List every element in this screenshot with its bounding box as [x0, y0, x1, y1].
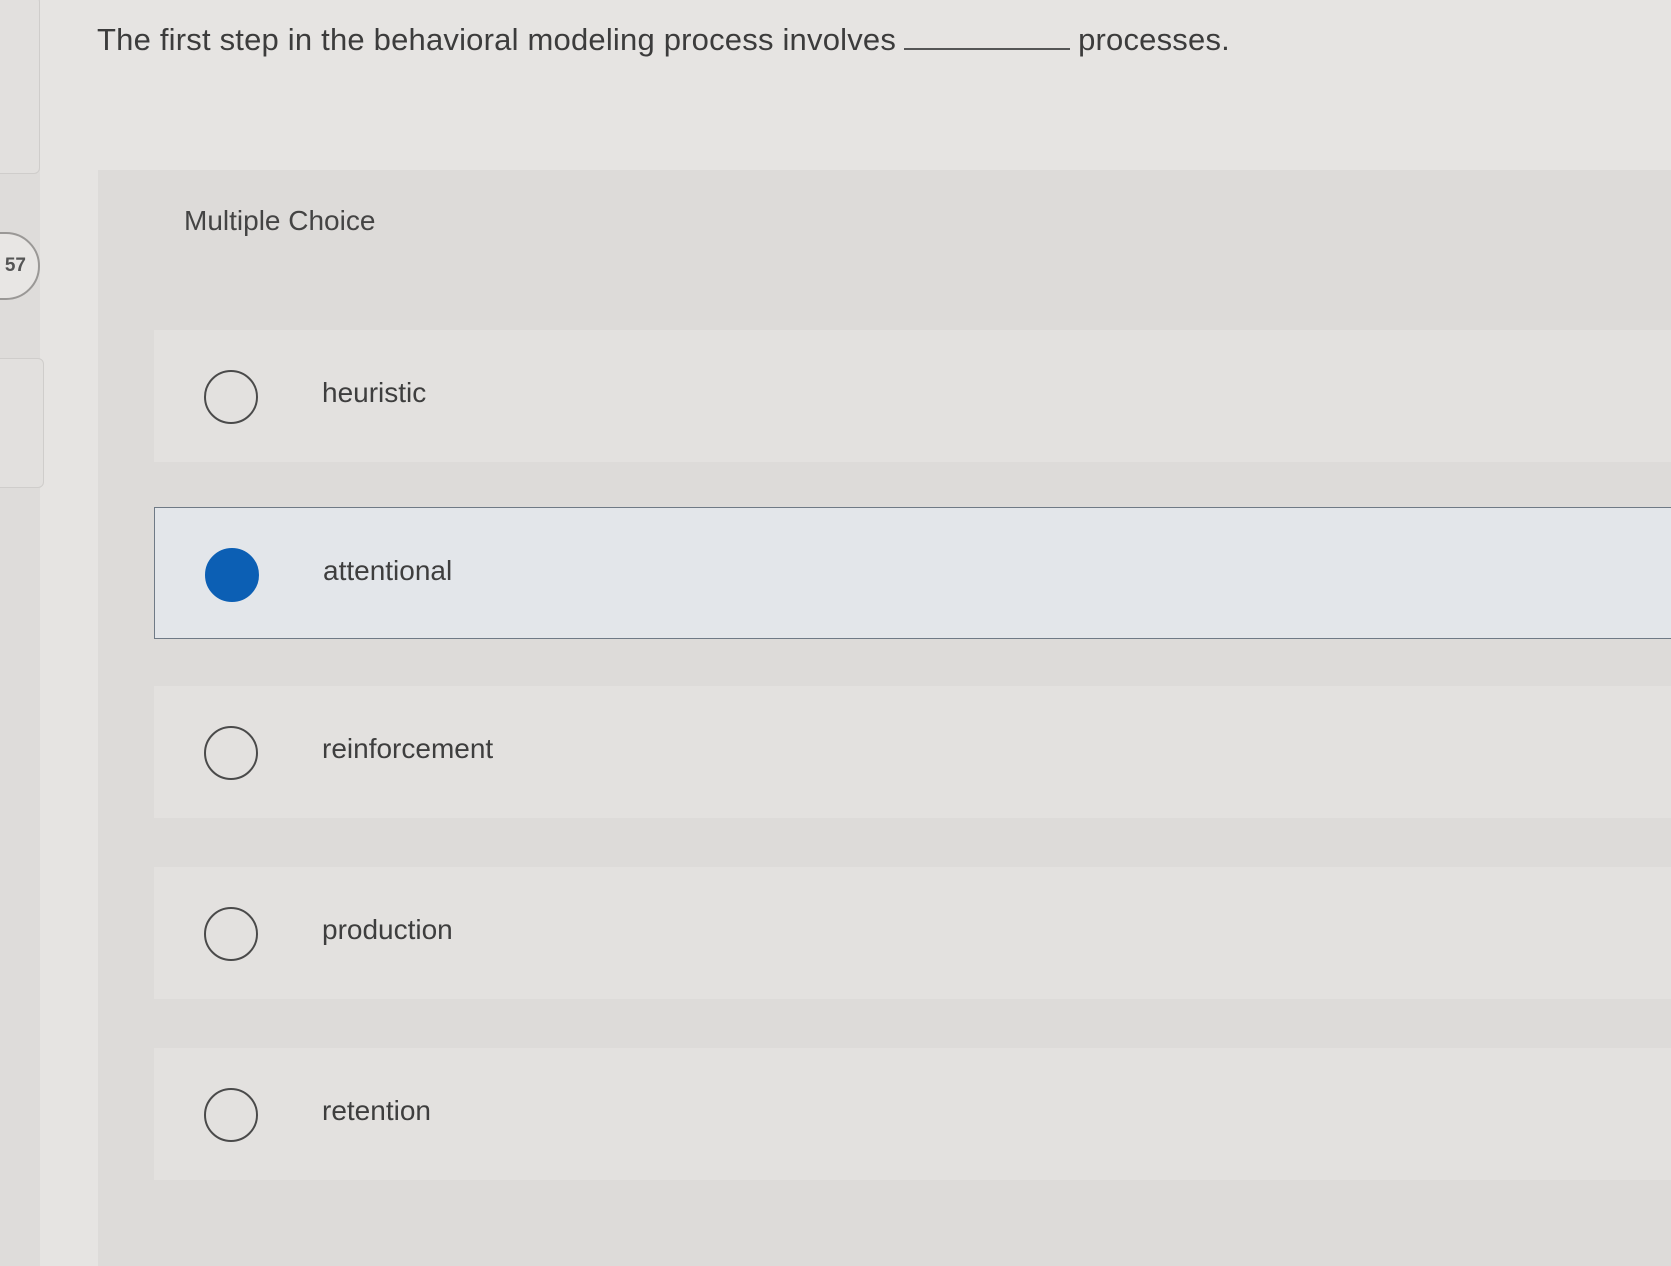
option-label: reinforcement [322, 733, 494, 764]
radio-button-unselected[interactable] [204, 1088, 258, 1142]
question-text-before: The first step in the behavioral modelin… [97, 22, 897, 57]
option-heuristic[interactable]: heuristic [154, 330, 1671, 462]
left-nav-panel [0, 0, 40, 174]
option-label: production [322, 914, 453, 945]
fill-in-blank [904, 48, 1071, 50]
option-production[interactable]: production [154, 867, 1671, 999]
radio-button-selected[interactable] [205, 548, 259, 602]
option-retention[interactable]: retention [154, 1048, 1671, 1180]
left-margin [0, 0, 40, 1266]
option-reinforcement[interactable]: reinforcement [154, 686, 1671, 818]
radio-button-unselected[interactable] [204, 907, 258, 961]
question-type-label: Multiple Choice [184, 205, 376, 236]
left-nav-box [0, 358, 44, 488]
question-prompt: The first step in the behavioral modelin… [97, 22, 1230, 58]
question-number-label: 57 [4, 255, 26, 276]
option-label: heuristic [322, 377, 427, 408]
radio-button-unselected[interactable] [204, 726, 258, 780]
option-attentional[interactable]: attentional [154, 507, 1671, 639]
question-text-after: processes. [1078, 22, 1230, 57]
option-label: attentional [323, 555, 453, 586]
radio-button-unselected[interactable] [204, 370, 258, 424]
option-label: retention [322, 1095, 431, 1126]
